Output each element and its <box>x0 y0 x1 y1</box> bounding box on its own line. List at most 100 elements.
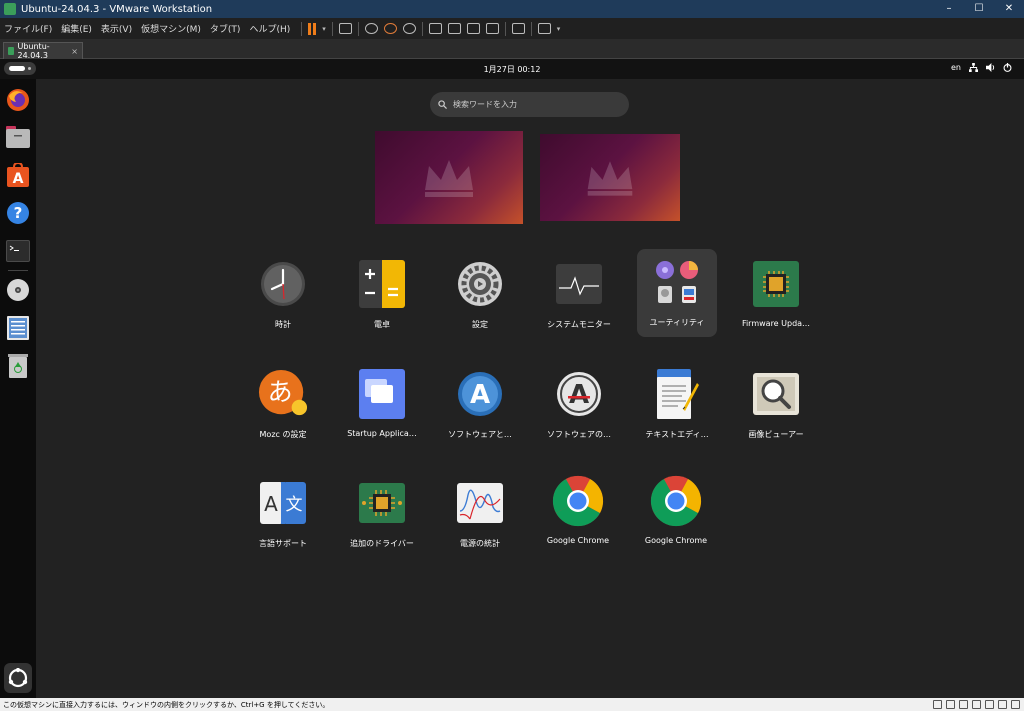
svg-text:A: A <box>569 380 589 410</box>
revert-snapshot-icon[interactable] <box>383 23 397 34</box>
app-image-viewer[interactable]: 画像ビューアー <box>736 361 816 449</box>
dock-trash[interactable] <box>5 353 31 379</box>
volume-icon[interactable] <box>986 63 995 72</box>
clock-display[interactable]: 1月27日 00:12 <box>0 64 1024 75</box>
show-apps-grid-icon <box>8 668 28 688</box>
toolbar-separator <box>301 21 303 36</box>
ubuntu-dock: A ? <box>0 79 36 698</box>
firefox-icon <box>7 89 29 111</box>
app-settings[interactable]: 設定 <box>440 251 520 339</box>
app-calculator[interactable]: 電卓 <box>342 251 422 339</box>
search-input[interactable]: 検索ワードを入力 <box>430 92 629 117</box>
image-viewer-icon <box>753 373 799 415</box>
fullscreen-icon[interactable] <box>466 23 480 34</box>
app-utilities-folder[interactable]: ユーティリティ <box>637 249 717 337</box>
app-label: 時計 <box>275 320 291 329</box>
dock-terminal[interactable] <box>5 238 31 264</box>
toolbar-separator <box>504 21 506 36</box>
power-statistics-icon <box>457 483 503 523</box>
window-title-bar: Ubuntu-24.04.3 - VMware Workstation – ☐ … <box>0 0 1024 18</box>
app-text-editor[interactable]: テキストエディ… <box>637 361 717 449</box>
status-message: この仮想マシンに直接入力するには、ウィンドウの内側をクリックするか、Ctrl+G… <box>3 700 330 709</box>
app-label: システムモニター <box>547 320 611 329</box>
app-startup-applications[interactable]: Startup Applica… <box>342 361 422 449</box>
software-updater-icon: A <box>557 372 601 416</box>
network-adapter-device-icon[interactable] <box>959 700 968 709</box>
app-label: 設定 <box>472 320 488 329</box>
input-language-indicator[interactable]: en <box>951 63 961 72</box>
app-firmware-updater[interactable]: Firmware Upda… <box>736 251 816 339</box>
display-device-icon[interactable] <box>998 700 1007 709</box>
system-tray[interactable]: en <box>951 63 1012 72</box>
workspace-thumbnail-1[interactable] <box>375 131 523 224</box>
search-icon <box>438 100 447 109</box>
library-icon[interactable] <box>428 23 442 34</box>
close-button[interactable]: ✕ <box>994 0 1024 18</box>
maximize-button[interactable]: ☐ <box>964 0 994 18</box>
app-clock[interactable]: 時計 <box>243 251 323 339</box>
app-label: ソフトウェアの… <box>547 430 611 439</box>
message-log-icon[interactable] <box>1011 700 1020 709</box>
app-label: Firmware Upda… <box>741 319 811 328</box>
vmware-status-bar: この仮想マシンに直接入力するには、ウィンドウの内側をクリックするか、Ctrl+G… <box>0 698 1024 711</box>
app-label: Mozc の設定 <box>259 430 307 439</box>
menu-file[interactable]: ファイル(F) <box>4 22 52 35</box>
optical-disc-icon <box>7 279 29 301</box>
view-dropdown-icon[interactable]: ▾ <box>557 25 561 33</box>
dock-help[interactable]: ? <box>5 200 31 226</box>
utilities-folder-icon <box>656 261 698 303</box>
app-power-statistics[interactable]: 電源の統計 <box>440 470 520 558</box>
send-ctrl-alt-del-icon[interactable] <box>338 23 352 34</box>
unity-icon[interactable] <box>485 23 499 34</box>
crown-wallpaper-icon <box>425 159 473 197</box>
app-software-and-updates[interactable]: A ソフトウェアと… <box>440 361 520 449</box>
menu-tabs[interactable]: タブ(T) <box>210 22 241 35</box>
app-system-monitor[interactable]: システムモニター <box>539 251 619 339</box>
menu-help[interactable]: ヘルプ(H) <box>249 22 290 35</box>
app-language-support[interactable]: A文 言語サポート <box>243 470 323 558</box>
power-icon[interactable] <box>1003 63 1012 72</box>
menu-view[interactable]: 表示(V) <box>101 22 132 35</box>
menu-edit[interactable]: 編集(E) <box>61 22 92 35</box>
svg-text:文: 文 <box>286 495 303 515</box>
svg-text:A: A <box>470 380 490 410</box>
dock-show-apps[interactable] <box>4 663 32 693</box>
chrome-icon <box>650 475 702 527</box>
stretch-view-icon[interactable] <box>537 23 551 34</box>
app-google-chrome[interactable]: Google Chrome <box>538 468 618 556</box>
hard-disk-device-icon[interactable] <box>933 700 942 709</box>
sound-device-icon[interactable] <box>985 700 994 709</box>
text-editor-icon <box>657 369 699 419</box>
snapshot-icon[interactable] <box>364 23 378 34</box>
search-placeholder: 検索ワードを入力 <box>453 100 517 109</box>
vmware-logo-icon <box>4 3 16 15</box>
workspace-thumbnail-2[interactable] <box>540 134 680 221</box>
calculator-icon <box>359 260 405 308</box>
document-icon <box>7 316 29 340</box>
console-view-icon[interactable] <box>511 23 525 34</box>
app-label: 電卓 <box>374 320 390 329</box>
network-icon[interactable] <box>969 63 978 72</box>
minimize-button[interactable]: – <box>934 0 964 18</box>
dock-document[interactable] <box>5 315 31 341</box>
snapshot-manager-icon[interactable] <box>402 23 416 34</box>
dock-disc[interactable] <box>5 277 31 303</box>
pause-dropdown-icon[interactable]: ▾ <box>322 25 326 33</box>
usb-device-icon[interactable] <box>972 700 981 709</box>
dock-files[interactable] <box>5 124 31 150</box>
dock-app-center[interactable]: A <box>5 162 31 188</box>
app-software-updater[interactable]: A ソフトウェアの… <box>539 361 619 449</box>
app-mozc-settings[interactable]: あ Mozc の設定 <box>243 361 323 449</box>
menu-vm[interactable]: 仮想マシン(M) <box>141 22 201 35</box>
pause-icon[interactable] <box>308 22 317 35</box>
terminal-icon <box>6 240 30 262</box>
app-google-chrome-2[interactable]: Google Chrome <box>636 468 716 556</box>
app-additional-drivers[interactable]: 追加のドライバー <box>342 470 422 558</box>
startup-apps-icon <box>359 369 405 419</box>
vm-tab[interactable]: Ubuntu-24.04.3 × <box>3 42 83 60</box>
firmware-chip-icon <box>753 261 799 307</box>
cd-drive-device-icon[interactable] <box>946 700 955 709</box>
thumbnail-bar-icon[interactable] <box>447 23 461 34</box>
dock-firefox[interactable] <box>5 87 31 113</box>
vm-tab-close-icon[interactable]: × <box>71 47 78 56</box>
